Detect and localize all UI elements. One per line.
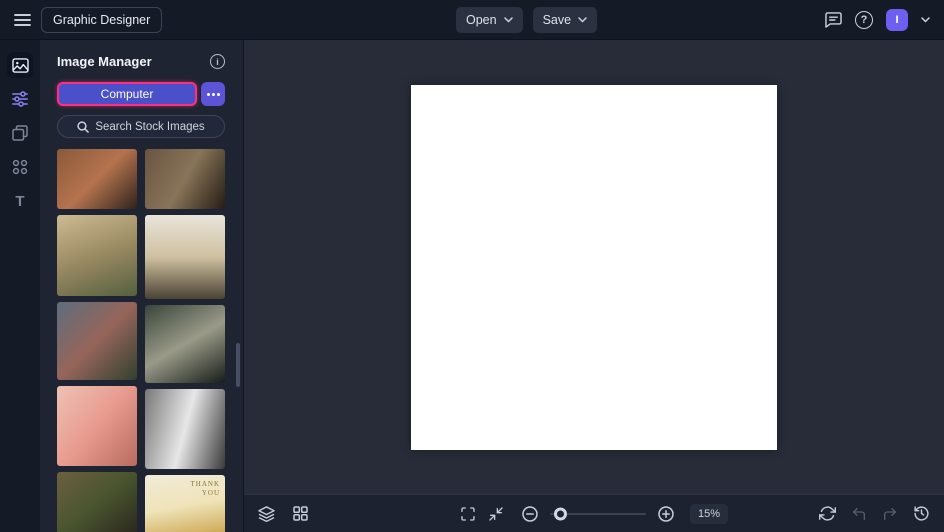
redo-button[interactable] [882,506,898,522]
thumbnail-outdoor-table-setting[interactable] [57,215,137,296]
zoom-out-button[interactable] [522,506,538,522]
fullscreen-icon [460,506,476,522]
canvas-artboard[interactable] [411,85,777,450]
chevron-down-icon [921,17,930,23]
zoom-in-button[interactable] [658,506,674,522]
ellipsis-icon [207,93,220,96]
statusbar-center: 15% [460,504,728,524]
thumbnail-grid: THANK YOU [57,149,225,532]
thumbnail-couple-walking-field[interactable] [145,215,225,299]
chevron-down-icon [504,17,513,23]
canvas-stage: 15% [243,40,944,532]
elements-icon [12,159,28,175]
thumb-col-2: THANK YOU [145,149,225,532]
more-options-button[interactable] [201,82,225,106]
search-stock-images-button[interactable]: Search Stock Images [57,115,225,138]
zoom-level-value[interactable]: 15% [690,504,728,524]
rail-item-image-manager[interactable] [7,52,33,78]
thumbnail-hanging-florals-table[interactable] [57,472,137,532]
thumb-col-1 [57,149,137,532]
zoom-out-icon [522,506,538,522]
text-tool-icon: T [15,193,24,210]
app-title-label: Graphic Designer [53,13,150,27]
grid-view-button[interactable] [293,506,308,521]
image-icon [12,58,29,73]
computer-label: Computer [101,87,154,101]
topbar-center: Open Save [456,0,597,40]
rail-item-adjustments[interactable] [7,86,33,112]
reset-icon [819,505,836,522]
search-placeholder: Search Stock Images [95,121,204,133]
layers-icon [258,506,275,522]
image-manager-panel: Image Manager i Computer Search Stock Im… [40,40,243,532]
sliders-icon [12,91,28,107]
zoom-slider[interactable] [550,513,646,515]
computer-upload-button[interactable]: Computer [57,82,197,106]
info-icon[interactable]: i [210,54,225,69]
redo-icon [882,506,898,522]
thumbnail-wedding-dress-barn[interactable] [145,389,225,469]
templates-icon [12,125,28,141]
grid-view-icon [293,506,308,521]
help-button[interactable]: ? [855,11,873,29]
zoom-slider-knob[interactable] [554,507,567,520]
topbar: Graphic Designer Open Save [0,0,944,40]
statusbar-right [819,505,930,522]
app-root: Graphic Designer Open Save [0,0,944,532]
help-icon: ? [855,11,873,29]
history-icon [913,505,930,522]
panel-title: Image Manager [57,54,152,69]
statusbar: 15% [244,494,944,532]
menu-button[interactable] [14,13,31,27]
topbar-left: Graphic Designer [14,7,162,33]
canvas-viewport [244,40,944,494]
fit-screen-button[interactable] [488,506,504,522]
feedback-icon [825,12,842,28]
fit-screen-icon [488,506,504,522]
thumbnail-couple-kissing-sign[interactable] [145,305,225,383]
thumbnail-autumn-table-florals[interactable] [57,149,137,209]
rail-item-text[interactable]: T [7,188,33,214]
panel-header: Image Manager i [57,54,225,69]
zoom-slider-track[interactable] [550,513,646,515]
thumbnail-thank-you-card[interactable]: THANK YOU [145,475,225,532]
undo-button[interactable] [851,506,867,522]
history-button[interactable] [913,505,930,522]
thumbnail-blue-floral-arrangement[interactable] [57,302,137,380]
thumbnail-barn-doors-wreaths[interactable] [145,149,225,209]
rail-item-templates[interactable] [7,120,33,146]
main: T Image Manager i Computer Sea [0,40,944,532]
zoom-in-icon [658,506,674,522]
account-menu-button[interactable] [921,17,930,23]
statusbar-left [258,506,308,522]
thumbnail-pink-white-flowers[interactable] [57,386,137,466]
tool-rail: T [0,40,40,532]
feedback-button[interactable] [825,12,842,28]
chevron-down-icon [578,17,587,23]
topbar-right: ? I [825,9,930,31]
search-icon [77,121,89,133]
fullscreen-button[interactable] [460,506,476,522]
app-title-button[interactable]: Graphic Designer [41,7,162,33]
account-button[interactable]: I [886,9,908,31]
save-button[interactable]: Save [533,7,598,33]
undo-icon [851,506,867,522]
rail-item-elements[interactable] [7,154,33,180]
reset-view-button[interactable] [819,505,836,522]
avatar: I [886,9,908,31]
source-row: Computer [57,82,225,106]
panel-scrollbar[interactable] [236,343,240,387]
hamburger-icon [14,13,31,27]
open-label: Open [466,13,497,27]
save-label: Save [543,13,572,27]
thumbnail-text: THANK YOU [188,480,220,499]
layers-button[interactable] [258,506,275,522]
open-button[interactable]: Open [456,7,523,33]
